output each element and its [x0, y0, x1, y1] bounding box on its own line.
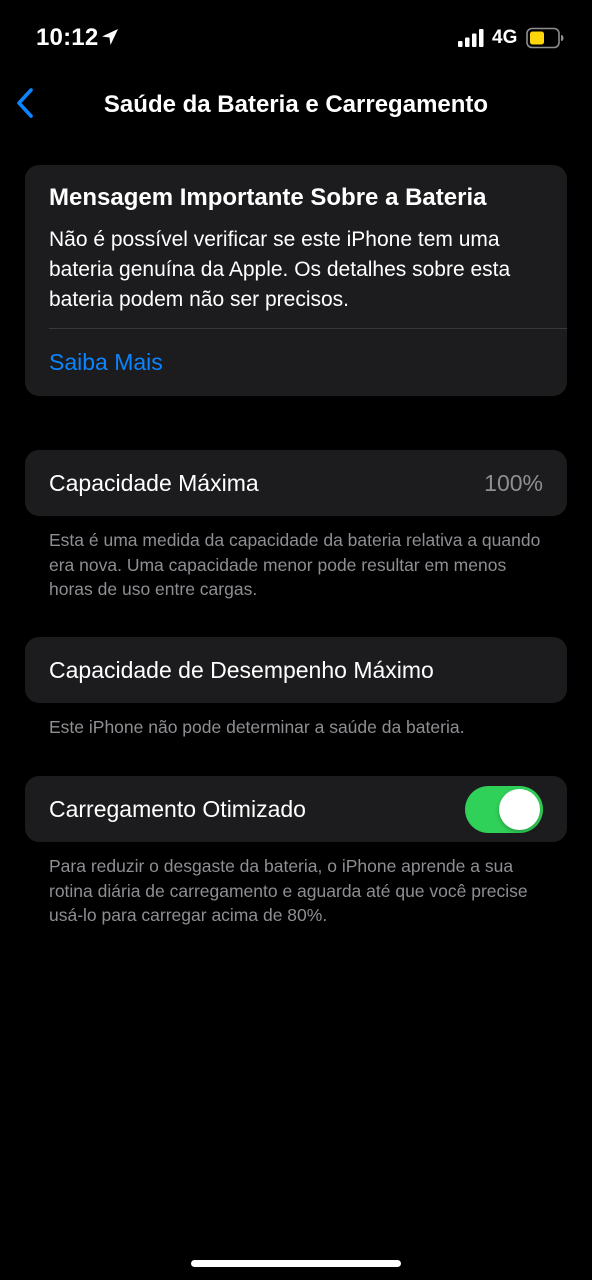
optimized-charging-toggle[interactable]	[465, 786, 543, 833]
optimized-charging-label: Carregamento Otimizado	[49, 796, 306, 822]
status-bar: 10:12 4G	[0, 0, 592, 76]
peak-performance-row: Capacidade de Desempenho Máximo	[25, 637, 567, 703]
status-time: 10:12	[36, 24, 99, 51]
message-body: Não é possível verificar se este iPhone …	[49, 228, 511, 311]
cellular-signal-icon	[458, 29, 484, 47]
optimized-charging-row: Carregamento Otimizado	[25, 776, 567, 842]
optimized-charging-footnote: Para reduzir o desgaste da bateria, o iP…	[49, 856, 528, 925]
peak-performance-label: Capacidade de Desempenho Máximo	[49, 657, 434, 683]
home-indicator[interactable]	[191, 1260, 401, 1267]
peak-performance-footnote: Este iPhone não pode determinar a saúde …	[49, 717, 465, 737]
message-title: Mensagem Importante Sobre a Bateria	[49, 184, 487, 211]
maximum-capacity-footnote: Esta é uma medida da capacidade da bater…	[49, 530, 541, 599]
learn-more-link[interactable]: Saiba Mais	[49, 347, 163, 377]
maximum-capacity-row: Capacidade Máxima 100%	[25, 450, 567, 516]
divider	[49, 328, 567, 329]
page-title: Saúde da Bateria e Carregamento	[103, 91, 489, 118]
maximum-capacity-label: Capacidade Máxima	[49, 470, 259, 496]
battery-low-power-icon	[526, 27, 564, 49]
navigation-bar: Saúde da Bateria e Carregamento	[0, 76, 592, 136]
battery-message-card: Mensagem Importante Sobre a Bateria Não …	[25, 165, 567, 396]
network-type-label: 4G	[492, 27, 518, 48]
toggle-knob	[499, 789, 540, 830]
maximum-capacity-value: 100%	[484, 470, 543, 496]
location-arrow-icon	[100, 27, 120, 47]
